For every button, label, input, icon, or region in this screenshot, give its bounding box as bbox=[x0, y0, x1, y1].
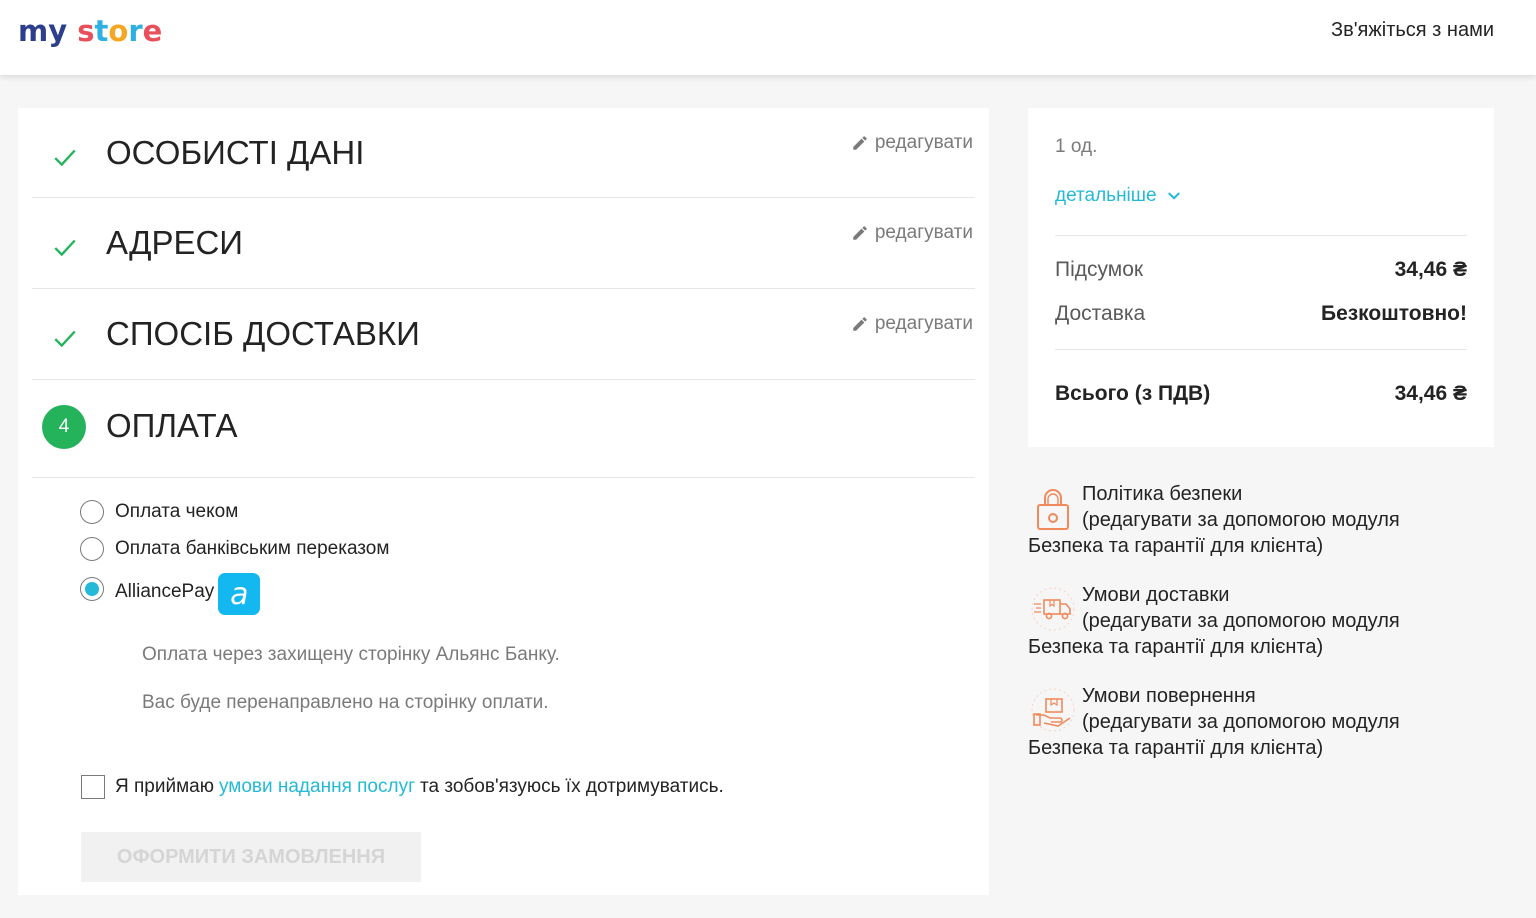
payment-option-label: Оплата банківським переказом bbox=[115, 538, 390, 559]
item-count: 1 од. bbox=[1055, 136, 1098, 157]
reassurance-title: Умови повернення bbox=[1082, 685, 1256, 707]
delivery-truck-icon bbox=[1031, 587, 1075, 631]
lock-icon bbox=[1037, 489, 1069, 530]
payment-info-line: Оплата через захищену сторінку Альянс Ба… bbox=[142, 644, 560, 665]
shipping-label: Доставка bbox=[1055, 302, 1146, 325]
step-title: АДРЕСИ bbox=[106, 224, 244, 261]
reassurance-returns[interactable]: Умови повернення (редагувати за допомого… bbox=[1028, 683, 1508, 761]
order-summary: 1 од. детальніше Підсумок 34,46 ₴ Достав… bbox=[1028, 108, 1494, 447]
payment-option-bank-transfer[interactable]: Оплата банківським переказом bbox=[80, 537, 389, 561]
summary-divider bbox=[1055, 235, 1467, 236]
payment-info-line: Вас буде перенаправлено на сторінку опла… bbox=[142, 692, 549, 713]
step-shipping-method[interactable]: СПОСІБ ДОСТАВКИ редагувати bbox=[32, 289, 975, 380]
terms-checkbox[interactable] bbox=[81, 775, 105, 799]
terms-of-service-link[interactable]: умови надання послуг bbox=[219, 776, 415, 798]
total-label: Всього (з ПДВ) bbox=[1055, 382, 1211, 405]
alliancepay-logo-icon: a bbox=[218, 573, 261, 615]
chevron-down-icon bbox=[1167, 192, 1180, 200]
edit-label: редагувати bbox=[874, 222, 973, 243]
reassurance-text: Безпека та гарантії для клієнта) bbox=[1028, 535, 1324, 557]
pencil-icon bbox=[853, 317, 867, 331]
edit-shipping-button[interactable]: редагувати bbox=[851, 313, 973, 335]
header: my store Зв'яжіться з нами bbox=[0, 0, 1536, 75]
terms-suffix: та зобов'язуюсь їх дотримуватись. bbox=[420, 776, 724, 797]
reassurance-title: Умови доставки bbox=[1082, 584, 1230, 606]
pencil-icon bbox=[853, 226, 867, 240]
step-payment: 4 ОПЛАТА bbox=[32, 380, 975, 478]
reassurance-security[interactable]: Політика безпеки (редагувати за допомого… bbox=[1028, 481, 1508, 559]
reassurance-title: Політика безпеки bbox=[1082, 483, 1243, 505]
terms-agreement: Я приймаю умови надання послуг та зобов'… bbox=[81, 775, 724, 799]
reassurance-text: (редагувати за допомогою модуля bbox=[1082, 610, 1400, 632]
step-title: ОПЛАТА bbox=[106, 407, 238, 444]
details-label: детальніше bbox=[1055, 185, 1157, 206]
reassurance-text: (редагувати за допомогою модуля bbox=[1082, 509, 1400, 531]
logo-store: store bbox=[77, 14, 163, 48]
reassurance-text: Безпека та гарантії для клієнта) bbox=[1028, 636, 1324, 658]
payment-option-label: Оплата чеком bbox=[115, 501, 239, 522]
subtotal-row: Підсумок 34,46 ₴ bbox=[1055, 258, 1467, 282]
step-title: ОСОБИСТІ ДАНІ bbox=[106, 134, 365, 171]
reassurance-text: (редагувати за допомогою модуля bbox=[1082, 711, 1400, 733]
edit-addresses-button[interactable]: редагувати bbox=[851, 222, 973, 244]
step-number-badge: 4 bbox=[42, 405, 86, 449]
subtotal-value: 34,46 ₴ bbox=[1394, 258, 1467, 281]
payment-option-label: AlliancePay bbox=[115, 581, 215, 602]
show-details-toggle[interactable]: детальніше bbox=[1055, 185, 1183, 207]
payment-option-alliancepay[interactable]: AlliancePay a bbox=[80, 573, 261, 615]
payment-option-check[interactable]: Оплата чеком bbox=[80, 500, 238, 524]
reassurance-delivery[interactable]: Умови доставки (редагувати за допомогою … bbox=[1028, 582, 1508, 660]
check-icon bbox=[54, 330, 76, 348]
total-value: 34,46 ₴ bbox=[1394, 382, 1467, 405]
terms-prefix: Я приймаю bbox=[115, 776, 214, 797]
return-box-icon bbox=[1031, 688, 1075, 732]
edit-personal-info-button[interactable]: редагувати bbox=[851, 132, 973, 154]
step-title: СПОСІБ ДОСТАВКИ bbox=[106, 315, 420, 352]
check-icon bbox=[54, 239, 76, 257]
logo-my: my bbox=[18, 14, 68, 48]
check-icon bbox=[54, 149, 76, 167]
checkout-steps: ОСОБИСТІ ДАНІ редагувати АДРЕСИ редагува… bbox=[18, 108, 989, 895]
step-addresses[interactable]: АДРЕСИ редагувати bbox=[32, 198, 975, 289]
store-logo[interactable]: my store bbox=[18, 14, 162, 48]
total-row: Всього (з ПДВ) 34,46 ₴ bbox=[1055, 382, 1467, 406]
subtotal-label: Підсумок bbox=[1055, 258, 1144, 281]
payment-radio-alliancepay[interactable] bbox=[80, 577, 104, 601]
step-personal-info[interactable]: ОСОБИСТІ ДАНІ редагувати bbox=[32, 108, 975, 198]
edit-label: редагувати bbox=[874, 313, 973, 334]
reassurance-text: Безпека та гарантії для клієнта) bbox=[1028, 737, 1324, 759]
payment-radio-bank-transfer[interactable] bbox=[80, 537, 104, 561]
shipping-value: Безкоштовно! bbox=[1320, 302, 1467, 325]
contact-us-link[interactable]: Зв'яжіться з нами bbox=[1331, 19, 1494, 42]
shipping-row: Доставка Безкоштовно! bbox=[1055, 302, 1467, 326]
summary-divider bbox=[1055, 349, 1467, 350]
payment-radio-check[interactable] bbox=[80, 500, 104, 524]
edit-label: редагувати bbox=[874, 132, 973, 153]
pencil-icon bbox=[853, 136, 867, 150]
place-order-button[interactable]: ОФОРМИТИ ЗАМОВЛЕННЯ bbox=[81, 832, 421, 882]
